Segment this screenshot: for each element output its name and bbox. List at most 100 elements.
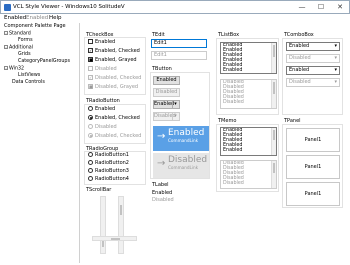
split-button-enabled[interactable]: Enabled ▾ bbox=[153, 100, 180, 109]
checkbox-enabled-grayed[interactable]: ■ Enabled, Grayed bbox=[88, 57, 137, 64]
radio-circle[interactable] bbox=[88, 115, 93, 120]
window-title: VCL Style Viewer - Windows10 SolitudeV bbox=[13, 4, 125, 10]
memo-scrollbar[interactable] bbox=[271, 128, 276, 155]
edit-enabled-input[interactable]: Edit1 bbox=[151, 39, 207, 48]
scrollbar-vertical-2[interactable] bbox=[118, 196, 124, 254]
combobox-enabled-2[interactable]: Enabled ▾ bbox=[286, 66, 340, 75]
tree-node-listviews[interactable]: ListViews bbox=[18, 73, 40, 79]
radiogroup-item[interactable]: RadioButton2 bbox=[88, 160, 129, 167]
radio-label: Enabled bbox=[95, 106, 116, 112]
checkbox-label: Enabled, Grayed bbox=[95, 57, 137, 63]
radio-circle[interactable] bbox=[88, 176, 93, 181]
tree-node-additional[interactable]: - Additional bbox=[4, 45, 33, 51]
tree-node-label: Standard bbox=[9, 31, 31, 37]
commandlink-subtitle: CommandLink bbox=[168, 138, 199, 143]
grayed-icon[interactable]: ■ bbox=[88, 57, 93, 62]
radio-enabled-checked[interactable]: Enabled, Checked bbox=[88, 115, 140, 122]
tree-node-label: ListViews bbox=[18, 73, 41, 78]
chevron-down-icon[interactable]: ▾ bbox=[334, 43, 337, 50]
scrollbar-horizontal[interactable] bbox=[92, 236, 137, 241]
checkbox-box[interactable] bbox=[88, 39, 93, 44]
panel-2: Panel1 bbox=[286, 155, 340, 179]
menu-item-enabled-2[interactable]: Enabled bbox=[26, 15, 48, 21]
radio-label: RadioButton3 bbox=[95, 168, 129, 174]
radiobutton-group: Enabled Enabled, Checked Disabled Disabl… bbox=[84, 104, 146, 144]
radio-label: Enabled, Checked bbox=[95, 115, 140, 121]
button-disabled: Disabled bbox=[153, 88, 180, 97]
checkbox-disabled: Disabled bbox=[88, 66, 117, 73]
chevron-down-icon: ▾ bbox=[334, 79, 337, 85]
radio-circle[interactable] bbox=[88, 168, 93, 173]
collapse-icon[interactable]: - bbox=[4, 45, 8, 49]
scrollbar-vertical-1[interactable] bbox=[100, 196, 106, 254]
checkmark-icon: ✓ bbox=[88, 75, 93, 80]
menu-item-help[interactable]: Help bbox=[49, 15, 62, 21]
listbox-enabled[interactable]: Enabled Enabled Enabled Enabled Enabled … bbox=[220, 42, 277, 74]
checkmark-icon[interactable]: ✓ bbox=[88, 48, 93, 53]
radio-label: RadioButton4 bbox=[95, 176, 129, 182]
tree-node-grids[interactable]: Grids bbox=[18, 52, 31, 58]
minimize-button[interactable]: — bbox=[293, 3, 311, 12]
collapse-icon[interactable]: - bbox=[4, 31, 8, 35]
scrollbar-thumb bbox=[273, 82, 275, 94]
menu-item-enabled[interactable]: Enabled bbox=[4, 15, 26, 21]
radio-label: Disabled bbox=[95, 124, 117, 130]
component-palette-panel: Component Palette Page - Standard Forms -… bbox=[2, 23, 80, 263]
radio-label: RadioButton1 bbox=[95, 152, 129, 158]
radio-circle[interactable] bbox=[88, 160, 93, 165]
combobox-enabled[interactable]: Enabled ▾ bbox=[286, 42, 340, 51]
scrollbar-thumb[interactable] bbox=[111, 238, 120, 240]
radio-circle[interactable] bbox=[88, 106, 93, 111]
checkbox-disabled-checked: ✓ Disabled, Checked bbox=[88, 75, 141, 82]
tree-node-categorypanelgroups[interactable]: CategoryPanelGroups bbox=[18, 59, 70, 65]
radio-disabled: Disabled bbox=[88, 124, 117, 131]
scrollbar-group-title: TScrollBar bbox=[86, 187, 112, 193]
maximize-button[interactable]: ☐ bbox=[312, 3, 330, 12]
radio-circle bbox=[88, 124, 93, 129]
tree-node-label: Data Controls bbox=[12, 80, 45, 85]
memo-enabled[interactable]: Enabled Enabled Enabled Enabled Enabled bbox=[220, 127, 277, 156]
label-enabled: Enabled bbox=[152, 190, 173, 196]
radio-enabled[interactable]: Enabled bbox=[88, 106, 115, 113]
tree-node-label: CategoryPanelGroups bbox=[18, 59, 70, 64]
menu-bar: Enabled Enabled Help bbox=[1, 14, 349, 23]
collapse-icon[interactable]: - bbox=[4, 66, 8, 70]
combobox-value: Disabled bbox=[289, 55, 311, 61]
tree-node-data-controls[interactable]: Data Controls bbox=[12, 80, 45, 86]
tree-node-label: Additional bbox=[9, 45, 34, 51]
memo-line: Disabled bbox=[223, 181, 244, 186]
title-bar: VCL Style Viewer - Windows10 SolitudeV —… bbox=[0, 0, 350, 14]
commandlink-subtitle: CommandLink bbox=[168, 165, 199, 170]
list-item[interactable]: Enabled bbox=[221, 68, 276, 73]
radio-label: Disabled, Checked bbox=[95, 133, 142, 139]
listbox-disabled: Disabled Disabled Disabled Disabled Disa… bbox=[220, 79, 277, 109]
checkbox-label: Enabled, Checked bbox=[95, 48, 140, 54]
radiogroup-item[interactable]: RadioButton3 bbox=[88, 168, 129, 175]
tree-node-win32[interactable]: - Win32 bbox=[4, 66, 24, 72]
radiogroup-item[interactable]: RadioButton1 bbox=[88, 152, 129, 159]
scrollbar-thumb[interactable] bbox=[273, 45, 275, 57]
checkbox-enabled-checked[interactable]: ✓ Enabled, Checked bbox=[88, 48, 140, 55]
commandlink-title: Disabled bbox=[168, 155, 208, 165]
button-enabled[interactable]: Enabled bbox=[153, 76, 180, 85]
chevron-down-icon[interactable]: ▾ bbox=[334, 67, 337, 74]
arrow-right-icon: → bbox=[157, 158, 166, 169]
close-button[interactable]: ✕ bbox=[331, 3, 349, 12]
panel-1: Panel1 bbox=[286, 128, 340, 152]
scrollbar-thumb[interactable] bbox=[120, 205, 122, 215]
chevron-down-icon: ▾ bbox=[334, 55, 337, 61]
tree-node-forms[interactable]: Forms bbox=[18, 38, 33, 44]
edit-disabled-input: Edit1 bbox=[151, 51, 207, 60]
split-button-disabled: Disabled ▾ bbox=[153, 112, 180, 121]
dropdown-arrow-icon[interactable]: ▾ bbox=[172, 101, 178, 108]
listbox-scrollbar[interactable] bbox=[271, 43, 276, 73]
checkbox-enabled[interactable]: Enabled bbox=[88, 39, 115, 46]
radio-circle[interactable] bbox=[88, 152, 93, 157]
scrollbar-thumb[interactable] bbox=[273, 130, 275, 140]
commandlink-enabled[interactable]: → Enabled CommandLink bbox=[153, 126, 209, 151]
checkbox-label: Disabled, Grayed bbox=[95, 84, 139, 90]
tree-node-standard[interactable]: - Standard bbox=[4, 31, 31, 37]
memo-line: Enabled bbox=[223, 148, 243, 153]
memo-group: Enabled Enabled Enabled Enabled Enabled … bbox=[216, 124, 279, 192]
radiogroup-item[interactable]: RadioButton4 bbox=[88, 176, 129, 183]
